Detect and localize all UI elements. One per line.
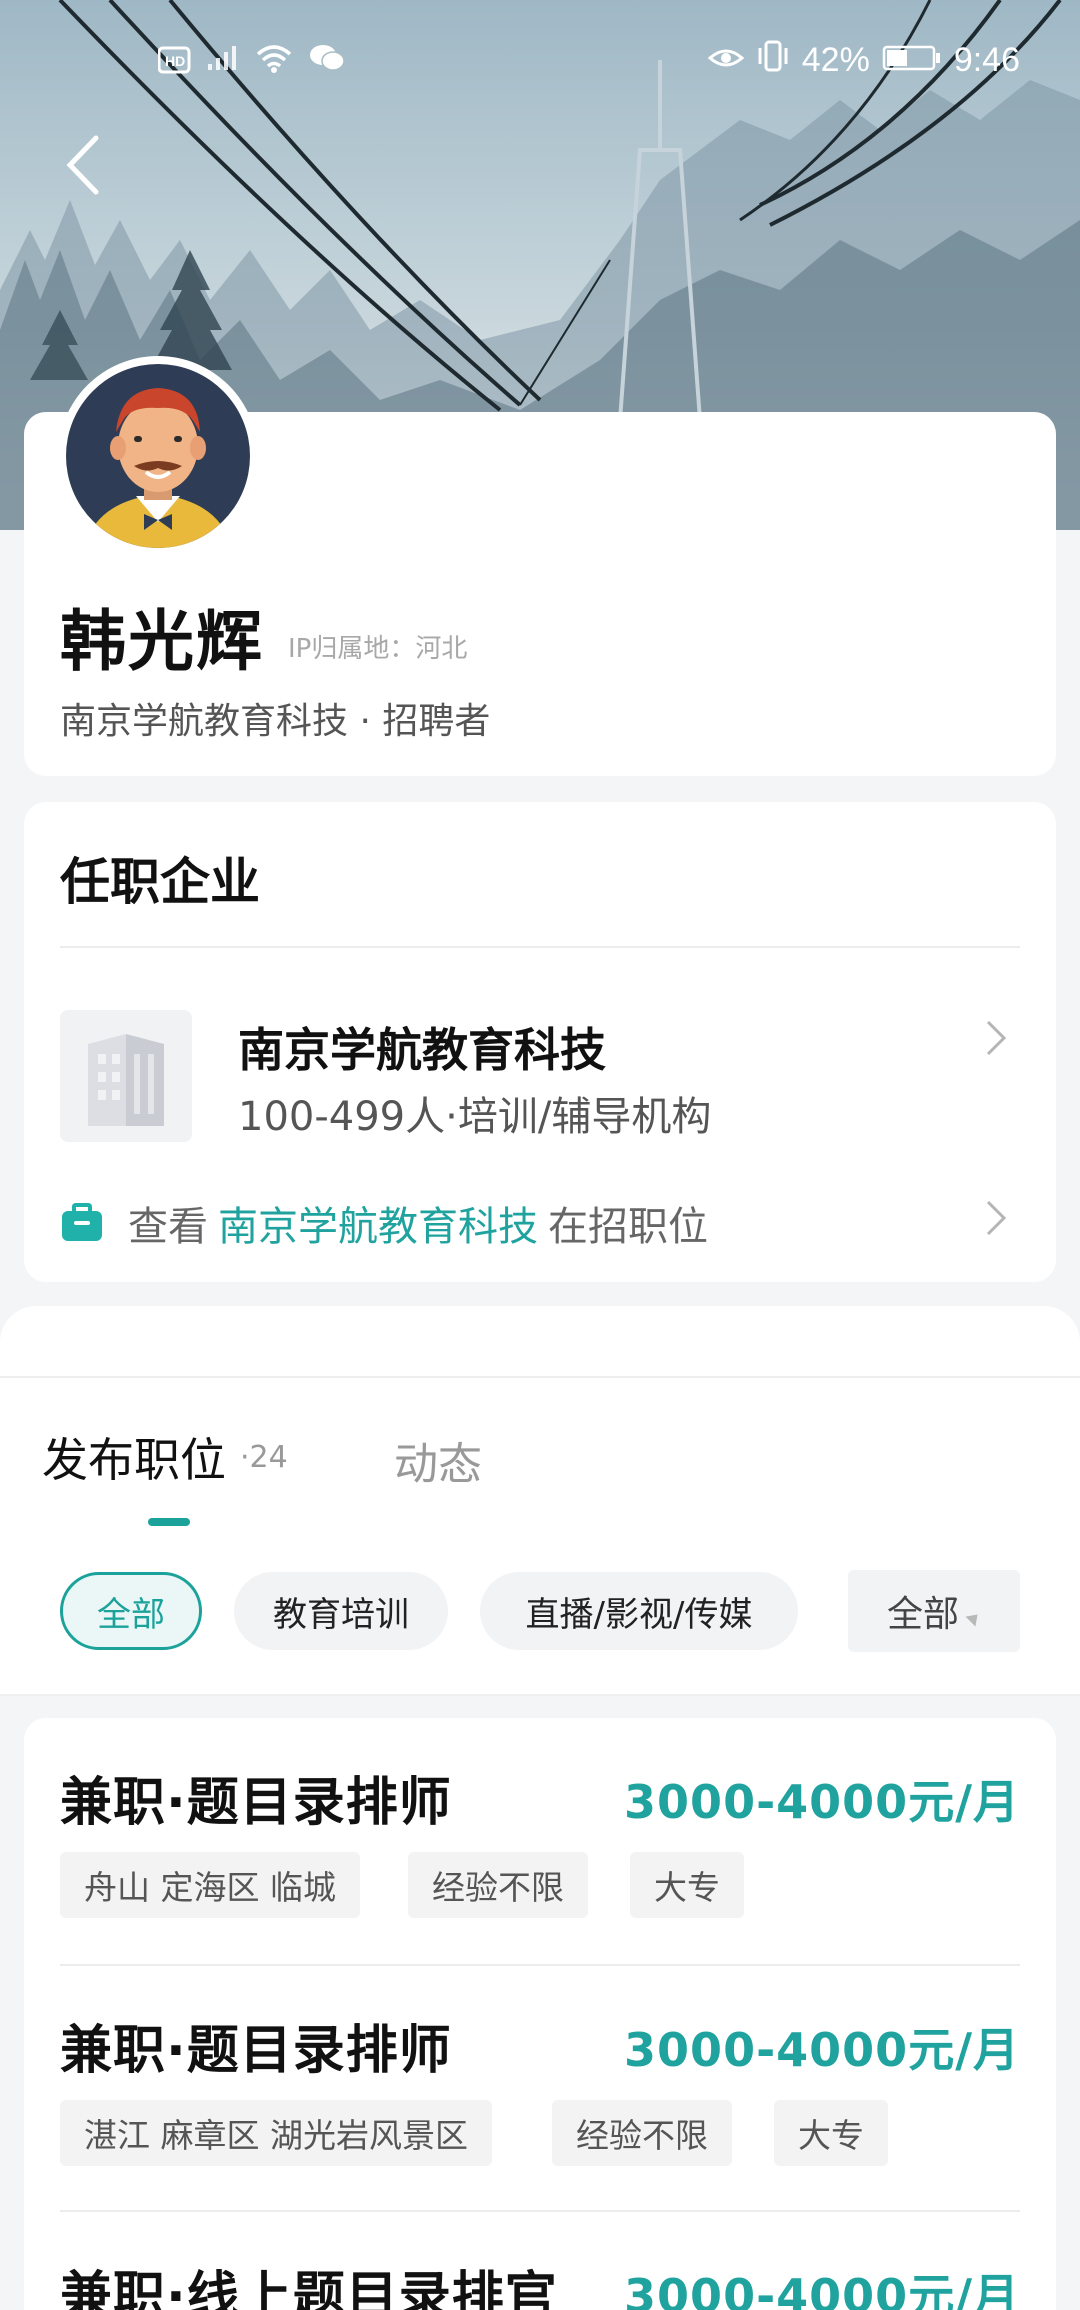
job-salary: 3000-4000元/月 — [624, 2269, 1020, 2310]
divider — [60, 1964, 1020, 1966]
job-title[interactable]: 兼职·线上题目录排官 — [60, 2254, 558, 2310]
section-title-company: 任职企业 — [60, 853, 260, 911]
filter-chip-all[interactable]: 全部 — [60, 1572, 202, 1650]
job-title[interactable]: 兼职·题目录排师 — [60, 1760, 452, 1835]
building-icon — [88, 1034, 164, 1126]
job-tag-education: 大专 — [774, 2100, 888, 2166]
dropdown-triangle-icon — [965, 1609, 983, 1627]
recruiter-subtitle: 南京学航教育科技 · 招聘者 — [60, 701, 491, 742]
divider — [60, 946, 1020, 948]
battery-percent: 42% — [801, 41, 870, 79]
chevron-left-icon — [66, 135, 99, 195]
chevron-right-icon[interactable] — [984, 1198, 1008, 1238]
job-title[interactable]: 兼职·题目录排师 — [60, 2008, 452, 2083]
view-prefix: 查看 — [128, 1204, 208, 1250]
signal-icon — [206, 42, 240, 83]
clock: 9:46 — [953, 41, 1020, 79]
job-tag-experience: 经验不限 — [408, 1852, 588, 1918]
view-suffix: 在招职位 — [548, 1204, 708, 1250]
status-bar: HD 42% 9:46 — [0, 40, 1080, 84]
vibrate-icon — [756, 40, 790, 81]
avatar[interactable] — [58, 356, 258, 556]
filter-chip-media[interactable]: 直播/影视/传媒 — [480, 1572, 798, 1650]
back-button[interactable] — [60, 130, 110, 200]
filter-chip-education[interactable]: 教育培训 — [234, 1572, 448, 1650]
battery-icon — [882, 41, 942, 81]
job-tag-experience: 经验不限 — [552, 2100, 732, 2166]
company-logo[interactable] — [60, 1010, 192, 1142]
divider — [60, 2210, 1020, 2212]
company-name[interactable]: 南京学航教育科技 — [238, 1014, 606, 1080]
filter-dropdown-label: 全部 — [886, 1594, 959, 1635]
eye-comfort-icon — [707, 41, 745, 81]
tab-posted-jobs[interactable]: 发布职位 — [42, 1424, 226, 1490]
tab-posted-count: ·24 — [240, 1440, 288, 1475]
chevron-right-icon[interactable] — [984, 1018, 1008, 1058]
view-open-positions-link[interactable]: 查看 南京学航教育科技 在招职位 — [60, 1196, 708, 1250]
svg-text:HD: HD — [165, 53, 185, 69]
ip-location: IP归属地：河北 — [288, 634, 468, 664]
hd-icon: HD — [157, 43, 192, 83]
job-tag-location: 湛江 麻章区 湖光岩风景区 — [60, 2100, 492, 2166]
wechat-icon — [308, 42, 346, 83]
job-salary: 3000-4000元/月 — [624, 2023, 1020, 2077]
view-company-name: 南京学航教育科技 — [218, 1204, 538, 1250]
briefcase-icon — [62, 1203, 102, 1241]
job-tag-education: 大专 — [630, 1852, 744, 1918]
recruiter-name: 韩光辉 — [60, 603, 264, 680]
divider — [0, 1694, 1080, 1696]
filter-dropdown[interactable]: 全部 — [848, 1570, 1020, 1652]
job-tag-location: 舟山 定海区 临城 — [60, 1852, 360, 1918]
tab-active-indicator — [148, 1518, 190, 1526]
wifi-icon — [254, 42, 294, 83]
divider — [0, 1376, 1080, 1378]
tab-activity[interactable]: 动态 — [394, 1428, 482, 1492]
company-meta: 100-499人·培训/辅导机构 — [238, 1094, 712, 1140]
job-salary: 3000-4000元/月 — [624, 1775, 1020, 1829]
